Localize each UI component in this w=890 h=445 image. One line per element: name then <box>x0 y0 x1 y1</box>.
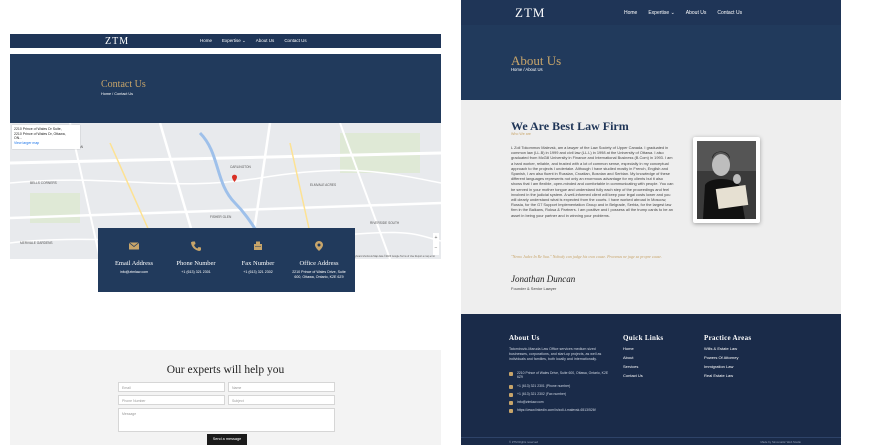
address-value: 2210 Prince of Wales Drive, Suite 600, O… <box>292 270 346 279</box>
send-message-button[interactable]: Send a message <box>207 434 247 445</box>
page-title: Contact Us <box>101 79 146 90</box>
email-value[interactable]: info@ztmlaw.com <box>104 270 164 275</box>
map-info-card: 2210 Prince of Wales Dr Suite, 2210 Prin… <box>12 125 80 149</box>
footer-address: 2210 Prince of Wales Drive, Suite 600, O… <box>509 371 613 380</box>
map-label: MERIVALE GARDENS <box>20 241 53 245</box>
nav-link-about[interactable]: About Us <box>686 10 707 16</box>
made-by-credit[interactable]: Made by Simomattic Web Studio <box>760 440 801 444</box>
bio-quote: "Nemo Judex In Re Sua." Nobody can judge… <box>511 254 662 259</box>
envelope-icon <box>509 400 513 405</box>
email-field[interactable]: Email <box>118 382 225 392</box>
envelope-icon <box>128 242 140 250</box>
map-zoom-control[interactable]: + − <box>433 233 439 255</box>
card-heading: Phone Number <box>176 260 216 267</box>
contact-page-screenshot: ZTM Home Expertise ⌄ About Us Contact Us… <box>10 34 441 445</box>
founder-photo <box>697 141 756 219</box>
bio-paragraph: L Zoli Tokommov Malevsk, am a lawyer of … <box>511 145 674 218</box>
footer-about-text: Tatomirovic-Maruda Law Office services m… <box>509 347 602 361</box>
footer-link-home[interactable]: Home <box>623 346 634 351</box>
footer-email[interactable]: info@ztmlaw.com <box>509 400 613 405</box>
nav-link-contact[interactable]: Contact Us <box>717 10 742 16</box>
footer-bottom-bar: © ZTM Rights reserved Made by Simomattic… <box>461 437 841 445</box>
view-larger-map-link[interactable]: View larger map <box>14 141 39 145</box>
breadcrumb[interactable]: Home / Contact Us <box>101 92 133 96</box>
fax-value: +1 (613) 321 2302 <box>243 270 273 274</box>
footer-phone[interactable]: +1 (613) 321 2301 (Phone number) <box>509 384 613 389</box>
footer-link-services[interactable]: Services <box>623 364 638 369</box>
founder-role: Founder & Senior Lawyer <box>511 286 557 291</box>
card-heading: Email Address <box>114 260 154 267</box>
email-card: Email Address info@ztmlaw.com <box>104 238 164 275</box>
site-logo[interactable]: ZTM <box>515 5 545 21</box>
linkedin-icon <box>509 408 513 413</box>
footer-practice-heading: Practice Areas <box>704 334 752 342</box>
nav-link-about[interactable]: About Us <box>256 38 275 44</box>
footer-email-text: info@ztmlaw.com <box>517 400 544 404</box>
phone-card: Phone Number +1 (613) 321 2301 <box>166 238 226 275</box>
form-title: Our experts will help you <box>166 364 285 376</box>
page-hero: Contact Us Home / Contact Us <box>10 54 441 123</box>
message-field[interactable]: Message <box>118 408 335 432</box>
contact-form-section: Our experts will help you Email Name Pho… <box>10 350 441 445</box>
footer-link-immigration[interactable]: Immigration Law <box>704 364 733 369</box>
map-label: BELLS CORNERS <box>30 181 57 185</box>
phone-icon <box>509 384 513 389</box>
map-label: ELMVALE ACRES <box>310 183 337 187</box>
address-card: Office Address 2210 Prince of Wales Driv… <box>289 238 349 280</box>
site-logo[interactable]: ZTM <box>105 36 129 47</box>
fax-icon <box>509 392 513 397</box>
fax-card: Fax Number +1 (613) 321 2302 <box>228 238 288 275</box>
navbar: ZTM Home Expertise ⌄ About Us Contact Us <box>10 34 441 48</box>
page-hero: About Us Home / About Us <box>461 25 841 100</box>
name-placeholder: Name <box>232 385 242 390</box>
footer-link-wills[interactable]: Wills & Estate Law <box>704 346 737 351</box>
phone-field[interactable]: Phone Number <box>118 395 225 405</box>
footer-link-about[interactable]: About <box>623 355 633 360</box>
phone-placeholder: Phone Number <box>122 398 146 403</box>
map-label: CARLINGTON <box>230 165 251 169</box>
navbar: ZTM Home Expertise ⌄ About Us Contact Us <box>461 0 841 25</box>
name-field[interactable]: Name <box>228 382 335 392</box>
footer-address-text: 2210 Prince of Wales Drive, Suite 600, O… <box>517 371 609 380</box>
subject-placeholder: Subject <box>232 398 244 403</box>
nav-link-home[interactable]: Home <box>200 38 212 44</box>
breadcrumb[interactable]: Home / About Us <box>511 67 543 72</box>
copyright: © ZTM Rights reserved <box>509 439 538 444</box>
footer-linkedin-text: https://www.linkedin.com/in/zoli-t-malev… <box>517 408 596 412</box>
section-subtitle: Who We are <box>511 132 531 136</box>
signature: Jonathan Duncan <box>511 274 576 284</box>
map-card-address: 2210 Prince of Wales Dr Suite, 2210 Prin… <box>14 127 66 140</box>
phone-value[interactable]: +1 (613) 321 2301 <box>166 270 226 275</box>
nav-link-home[interactable]: Home <box>624 10 637 16</box>
contact-info-box: Email Address info@ztmlaw.com Phone Numb… <box>98 228 355 292</box>
map-label: RIVERSIDE SOUTH <box>370 221 400 225</box>
subject-field[interactable]: Subject <box>228 395 335 405</box>
map-label: FISHER GLEN <box>210 215 232 219</box>
phone-icon <box>191 241 201 251</box>
footer-phone-text: +1 (613) 321 2301 (Phone number) <box>517 384 571 388</box>
card-heading: Fax Number <box>241 260 275 267</box>
footer-linkedin[interactable]: https://www.linkedin.com/in/zoli-t-malev… <box>509 408 613 413</box>
nav-link-expertise[interactable]: Expertise ⌄ <box>222 38 246 44</box>
card-heading: Office Address <box>299 260 339 267</box>
message-placeholder: Message <box>122 411 137 416</box>
fax-icon <box>254 241 262 250</box>
founder-photo-frame <box>693 137 760 223</box>
footer-link-real-estate[interactable]: Real Estate Law <box>704 373 733 378</box>
footer-quick-links-heading: Quick Links <box>623 334 664 342</box>
footer-fax: +1 (613) 321 2302 (Fax number) <box>509 392 613 397</box>
footer-about-heading: About Us <box>509 334 540 342</box>
map-pin-icon <box>509 371 513 376</box>
footer-fax-text: +1 (613) 321 2302 (Fax number) <box>517 392 567 396</box>
site-footer: About Us Tatomirovic-Maruda Law Office s… <box>461 314 841 445</box>
map-attribution[interactable]: Keyboard shortcuts Map data ©2023 Google… <box>352 255 435 258</box>
map-pin-icon <box>315 241 323 251</box>
email-placeholder: Email <box>122 385 131 390</box>
nav-link-expertise[interactable]: Expertise ⌄ <box>648 10 674 16</box>
nav-link-contact[interactable]: Contact Us <box>284 38 306 44</box>
footer-link-poa[interactable]: Powers Of Attorney <box>704 355 738 360</box>
about-page-screenshot: ZTM Home Expertise ⌄ About Us Contact Us… <box>461 0 841 445</box>
footer-link-contact[interactable]: Contact Us <box>623 373 643 378</box>
